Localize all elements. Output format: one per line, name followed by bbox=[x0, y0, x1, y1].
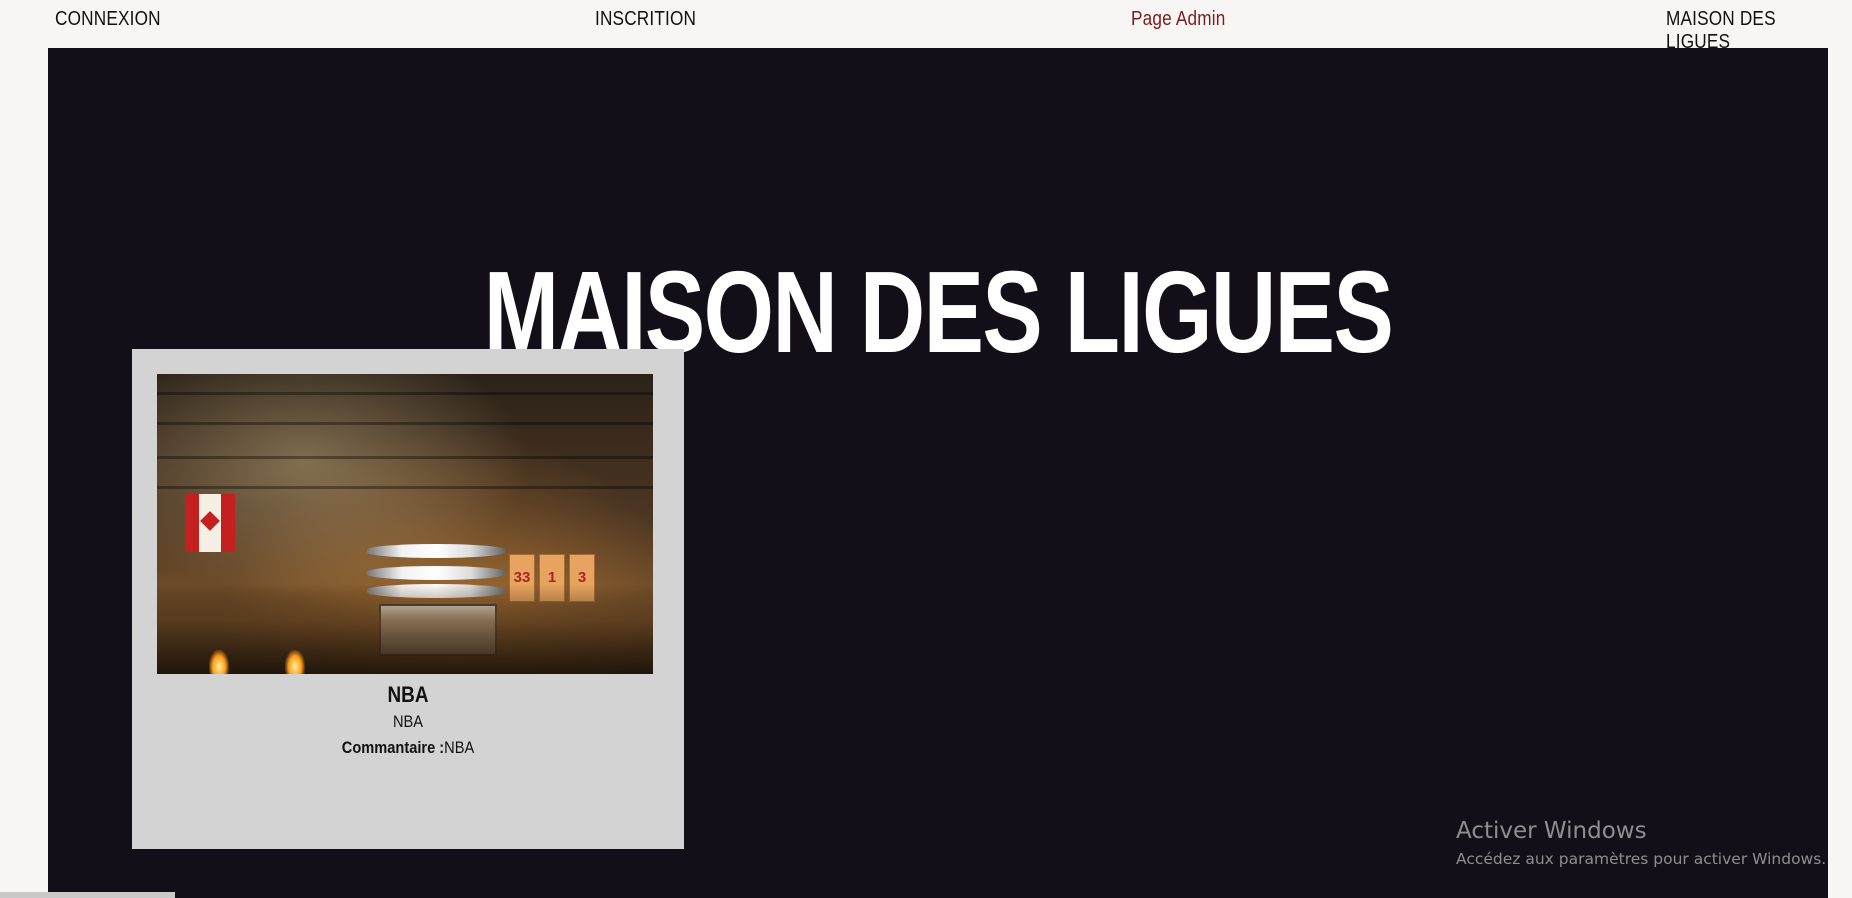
horizontal-scrollbar[interactable] bbox=[0, 892, 175, 898]
main-content: MAISON DES LIGUES 33 1 3 NBA NBA Commant… bbox=[48, 48, 1828, 898]
top-nav: CONNEXION INSCRITION Page Admin MAISON D… bbox=[48, 0, 1828, 53]
watermark-title: Activer Windows bbox=[1456, 818, 1647, 844]
crowd-image bbox=[157, 584, 653, 674]
nav-inscription-link[interactable]: INSCRITION bbox=[595, 8, 696, 31]
league-card[interactable]: 33 1 3 NBA NBA Commantaire :NBA bbox=[132, 349, 684, 849]
pyrotechnic-image bbox=[285, 650, 305, 674]
league-card-image: 33 1 3 bbox=[157, 374, 653, 674]
canada-flag-image bbox=[185, 494, 235, 552]
card-subtitle: NBA bbox=[392, 712, 424, 731]
card-comment-label: Commantaire : bbox=[341, 738, 445, 757]
card-comment: Commantaire :NBA bbox=[171, 738, 646, 758]
watermark-subtitle: Accédez aux paramètres pour activer Wind… bbox=[1456, 849, 1827, 868]
nav-connexion-link[interactable]: CONNEXION bbox=[55, 8, 161, 31]
card-title: NBA bbox=[387, 682, 429, 707]
card-comment-value: NBA bbox=[444, 738, 475, 757]
windows-activation-watermark: Activer Windows Accédez aux paramètres p… bbox=[1456, 818, 1826, 868]
nav-admin-link[interactable]: Page Admin bbox=[1131, 8, 1225, 31]
pyrotechnic-image bbox=[209, 650, 229, 674]
